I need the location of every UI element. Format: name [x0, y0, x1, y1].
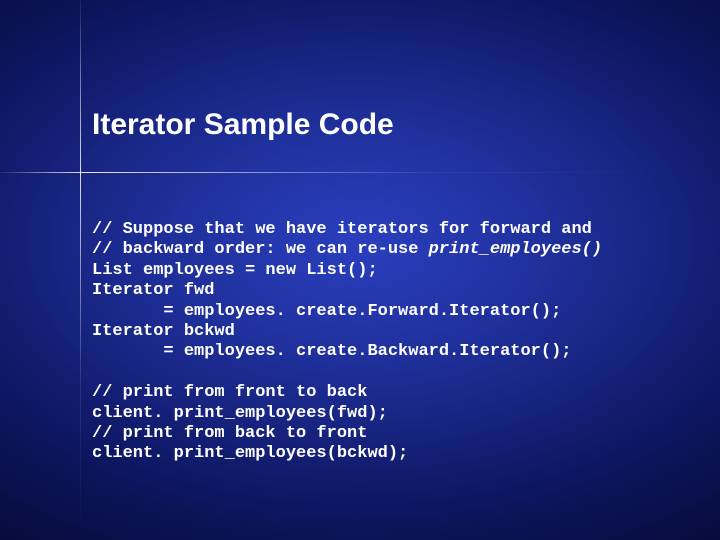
code-line: client. print_employees(fwd); [92, 404, 388, 423]
code-line: = employees. create.Forward.Iterator(); [92, 302, 561, 321]
code-line: client. print_employees(bckwd); [92, 444, 408, 463]
code-block: // Suppose that we have iterators for fo… [92, 220, 680, 465]
code-line: // backward order: we can re-use [92, 240, 429, 259]
code-line: List employees = new List(); [92, 261, 378, 280]
horizontal-rule [0, 172, 720, 173]
code-line: // print from front to back [92, 383, 367, 402]
slide: Iterator Sample Code // Suppose that we … [0, 0, 720, 540]
vertical-rule [80, 0, 81, 540]
code-line: Iterator fwd [92, 281, 214, 300]
code-line: Iterator bckwd [92, 322, 235, 341]
code-line: = employees. create.Backward.Iterator(); [92, 342, 571, 361]
code-line: // print from back to front [92, 424, 367, 443]
slide-title: Iterator Sample Code [92, 108, 394, 142]
code-emph: print_employees() [429, 240, 602, 259]
code-line [92, 363, 102, 382]
code-line: // Suppose that we have iterators for fo… [92, 220, 592, 239]
